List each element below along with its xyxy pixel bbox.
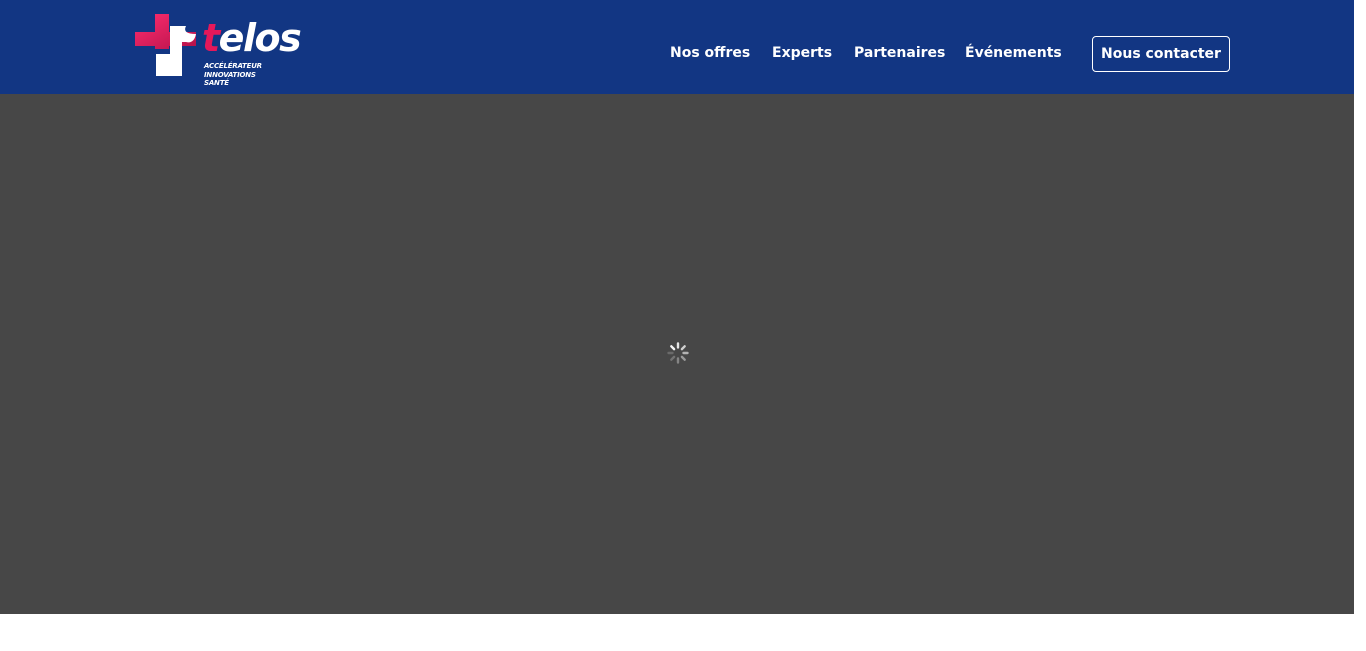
nav-link-evenements[interactable]: Événements [965, 44, 1062, 62]
tagline-line: SANTÉ [204, 79, 229, 87]
tagline-line: INNOVATIONS [204, 70, 256, 79]
brand-tagline: ACCÉLÉRATEUR INNOVATIONS SANTÉ [204, 62, 262, 88]
page: telos ACCÉLÉRATEUR INNOVATIONS SANTÉ Nos… [0, 0, 1366, 651]
contact-button[interactable]: Nous contacter [1092, 36, 1230, 72]
tagline-line: ACCÉLÉRATEUR [204, 62, 262, 70]
nav-link-nos-offres[interactable]: Nos offres [670, 44, 750, 62]
scrollbar[interactable] [1354, 0, 1366, 651]
logo-link[interactable]: telos ACCÉLÉRATEUR INNOVATIONS SANTÉ [134, 12, 309, 88]
medical-cross-icon [135, 14, 196, 76]
nav-link-experts[interactable]: Experts [772, 44, 832, 62]
spinner-icon [667, 342, 689, 364]
nav-link-partenaires[interactable]: Partenaires [854, 44, 945, 62]
site-header: telos ACCÉLÉRATEUR INNOVATIONS SANTÉ Nos… [0, 0, 1354, 94]
brand-wordmark: telos [202, 16, 302, 60]
